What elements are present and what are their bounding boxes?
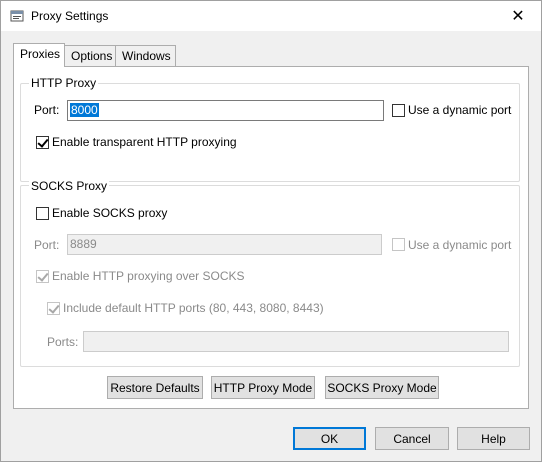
socks-port-label: Port: xyxy=(34,238,60,252)
http-dynamic-port-label: Use a dynamic port xyxy=(408,103,512,117)
window-title: Proxy Settings xyxy=(31,9,109,23)
tab-windows[interactable]: Windows xyxy=(115,45,176,66)
restore-defaults-label: Restore Defaults xyxy=(110,380,200,395)
http-over-socks-label: Enable HTTP proxying over SOCKS xyxy=(52,269,245,283)
close-button[interactable]: ✕ xyxy=(495,1,541,31)
socks-proxy-mode-button[interactable]: SOCKS Proxy Mode xyxy=(325,376,439,399)
ok-label: OK xyxy=(320,431,339,446)
socks-ports-input[interactable] xyxy=(83,331,509,352)
help-button[interactable]: Help xyxy=(457,427,530,450)
include-default-ports-checkbox[interactable] xyxy=(47,302,60,315)
http-port-input[interactable]: 8000 xyxy=(67,100,384,121)
socks-port-input[interactable]: 8889 xyxy=(67,234,382,255)
enable-socks-label: Enable SOCKS proxy xyxy=(52,206,168,220)
cancel-button[interactable]: Cancel xyxy=(375,427,449,450)
http-proxy-mode-button[interactable]: HTTP Proxy Mode xyxy=(211,376,315,399)
tab-windows-label: Windows xyxy=(122,49,171,63)
socks-dynamic-port-checkbox[interactable] xyxy=(392,238,405,251)
http-proxy-group xyxy=(20,83,520,182)
tab-proxies[interactable]: Proxies xyxy=(13,43,65,67)
socks-proxy-group-title: SOCKS Proxy xyxy=(29,179,110,193)
proxy-settings-dialog: Proxy Settings ✕ Proxies Options Windows… xyxy=(0,0,542,462)
close-icon: ✕ xyxy=(511,8,525,25)
enable-socks-checkbox[interactable] xyxy=(36,207,49,220)
ok-button[interactable]: OK xyxy=(293,427,366,450)
socks-port-value: 8889 xyxy=(70,237,97,251)
proxy-app-icon xyxy=(10,10,24,22)
http-proxy-mode-label: HTTP Proxy Mode xyxy=(213,380,313,395)
http-port-value: 8000 xyxy=(70,103,99,117)
http-over-socks-checkbox[interactable] xyxy=(36,270,49,283)
tab-proxies-label: Proxies xyxy=(20,47,61,61)
tab-options-label: Options xyxy=(71,49,113,63)
tab-options[interactable]: Options xyxy=(64,45,116,66)
socks-proxy-mode-label: SOCKS Proxy Mode xyxy=(327,380,437,395)
include-default-ports-label: Include default HTTP ports (80, 443, 808… xyxy=(63,301,324,315)
http-proxy-group-title: HTTP Proxy xyxy=(29,76,99,90)
http-dynamic-port-checkbox[interactable] xyxy=(392,104,405,117)
help-label: Help xyxy=(481,431,506,446)
socks-dynamic-port-label: Use a dynamic port xyxy=(408,238,512,252)
proxies-tab-panel: HTTP Proxy Port: 8000 Use a dynamic port… xyxy=(13,66,529,409)
transparent-http-checkbox[interactable] xyxy=(36,136,49,149)
restore-defaults-button[interactable]: Restore Defaults xyxy=(107,376,203,399)
title-bar[interactable]: Proxy Settings ✕ xyxy=(1,1,541,31)
socks-ports-label: Ports: xyxy=(47,335,79,349)
transparent-http-label: Enable transparent HTTP proxying xyxy=(52,135,237,149)
http-port-label: Port: xyxy=(34,103,60,117)
cancel-label: Cancel xyxy=(393,431,431,446)
